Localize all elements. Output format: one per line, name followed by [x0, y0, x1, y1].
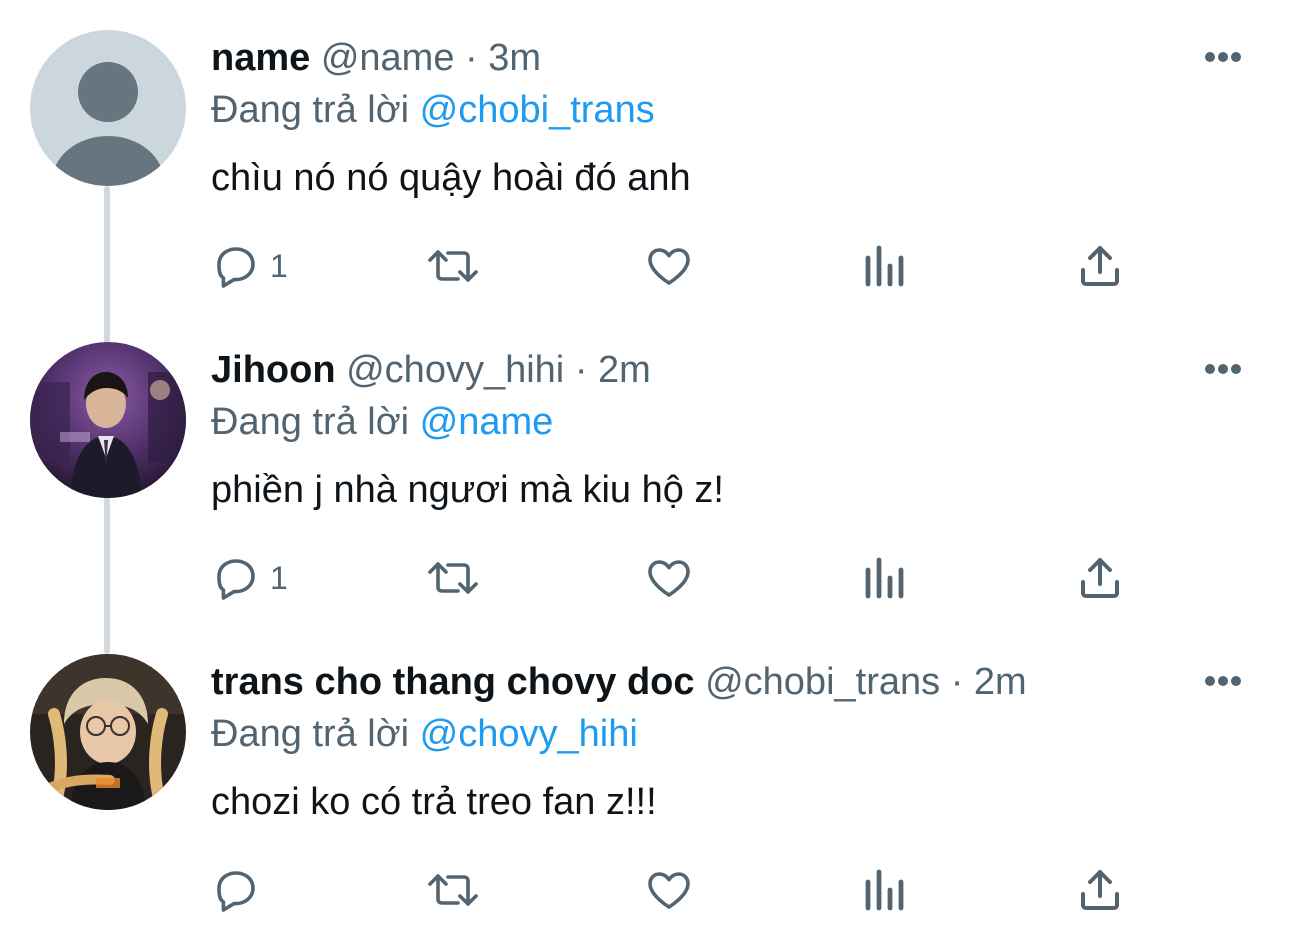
tweet-header: name @name · 3m [211, 36, 541, 80]
like-button[interactable] [644, 236, 694, 296]
tweet-header: Jihoon @chovy_hihi · 2m [211, 348, 651, 392]
retweet-button[interactable] [424, 548, 482, 608]
timestamp[interactable]: 2m [974, 661, 1027, 703]
heart-icon [648, 560, 690, 597]
tweet-text: chìu nó nó quậy hoài đó anh [211, 157, 691, 199]
replying-to: Đang trả lời @chovy_hihi [211, 712, 638, 756]
heart-icon [648, 872, 690, 909]
avatar[interactable] [30, 342, 186, 498]
user-handle[interactable]: @name [321, 37, 455, 79]
user-handle[interactable]: @chovy_hihi [346, 349, 564, 391]
replying-to: Đang trả lời @name [211, 400, 553, 444]
like-button[interactable] [644, 860, 694, 920]
tweet-text: phiền j nhà ngươi mà kiu hộ z! [211, 469, 724, 511]
more-button[interactable] [1200, 42, 1246, 72]
retweet-icon [428, 874, 478, 906]
reply-thread: name @name · 3m Đang trả lời @chobi_tran… [0, 0, 1290, 935]
reply-icon [217, 559, 255, 600]
tweet[interactable]: name @name · 3m Đang trả lời @chobi_tran… [0, 0, 1290, 312]
action-bar [0, 860, 1290, 920]
share-icon [1081, 246, 1119, 286]
display-name[interactable]: Jihoon [211, 349, 336, 391]
analytics-icon [865, 245, 904, 287]
mention-link[interactable]: @chovy_hihi [420, 713, 638, 755]
default-avatar-icon [30, 30, 186, 186]
reply-icon [217, 871, 255, 912]
reply-button[interactable]: 1 [212, 236, 288, 296]
user-photo-avatar [30, 654, 186, 810]
tweet[interactable]: trans cho thang chovy doc @chobi_trans ·… [0, 624, 1290, 936]
retweet-icon [428, 250, 478, 282]
separator-dot: · [574, 349, 588, 391]
avatar[interactable] [30, 30, 186, 186]
action-bar: 1 [0, 236, 1290, 296]
display-name[interactable]: name [211, 37, 310, 79]
replying-to-label: Đang trả lời [211, 401, 410, 443]
share-icon [1081, 558, 1119, 598]
heart-icon [648, 248, 690, 285]
tweet-header: trans cho thang chovy doc @chobi_trans ·… [211, 660, 1027, 704]
share-icon [1081, 870, 1119, 910]
more-button[interactable] [1200, 666, 1246, 696]
reply-count: 1 [270, 559, 288, 596]
mention-link[interactable]: @chobi_trans [420, 89, 655, 131]
analytics-button[interactable] [862, 236, 906, 296]
share-button[interactable] [1078, 236, 1122, 296]
separator-dot: · [465, 37, 478, 79]
analytics-icon [865, 869, 904, 911]
more-icon [1205, 676, 1241, 686]
replying-to-label: Đang trả lời [211, 713, 410, 755]
analytics-button[interactable] [862, 548, 906, 608]
more-icon [1205, 52, 1241, 62]
timestamp[interactable]: 2m [598, 349, 651, 391]
share-button[interactable] [1078, 548, 1122, 608]
reply-button[interactable]: 1 [212, 548, 288, 608]
replying-to-label: Đang trả lời [211, 89, 410, 131]
reply-count: 1 [270, 247, 288, 284]
reply-button[interactable] [212, 860, 270, 920]
replying-to: Đang trả lời @chobi_trans [211, 88, 655, 132]
display-name[interactable]: trans cho thang chovy doc [211, 661, 695, 703]
user-photo-avatar [30, 342, 186, 498]
retweet-button[interactable] [424, 860, 482, 920]
avatar[interactable] [30, 654, 186, 810]
more-icon [1205, 364, 1241, 374]
like-button[interactable] [644, 548, 694, 608]
timestamp[interactable]: 3m [488, 37, 541, 79]
tweet-text: chozi ko có trả treo fan z!!! [211, 781, 657, 823]
mention-link[interactable]: @name [420, 401, 554, 443]
reply-icon [217, 247, 255, 288]
retweet-icon [428, 562, 478, 594]
action-bar: 1 [0, 548, 1290, 608]
retweet-button[interactable] [424, 236, 482, 296]
separator-dot: · [950, 661, 964, 703]
share-button[interactable] [1078, 860, 1122, 920]
user-handle[interactable]: @chobi_trans [705, 661, 940, 703]
analytics-icon [865, 557, 904, 599]
tweet[interactable]: Jihoon @chovy_hihi · 2m Đang trả lời @na… [0, 312, 1290, 624]
analytics-button[interactable] [862, 860, 906, 920]
more-button[interactable] [1200, 354, 1246, 384]
